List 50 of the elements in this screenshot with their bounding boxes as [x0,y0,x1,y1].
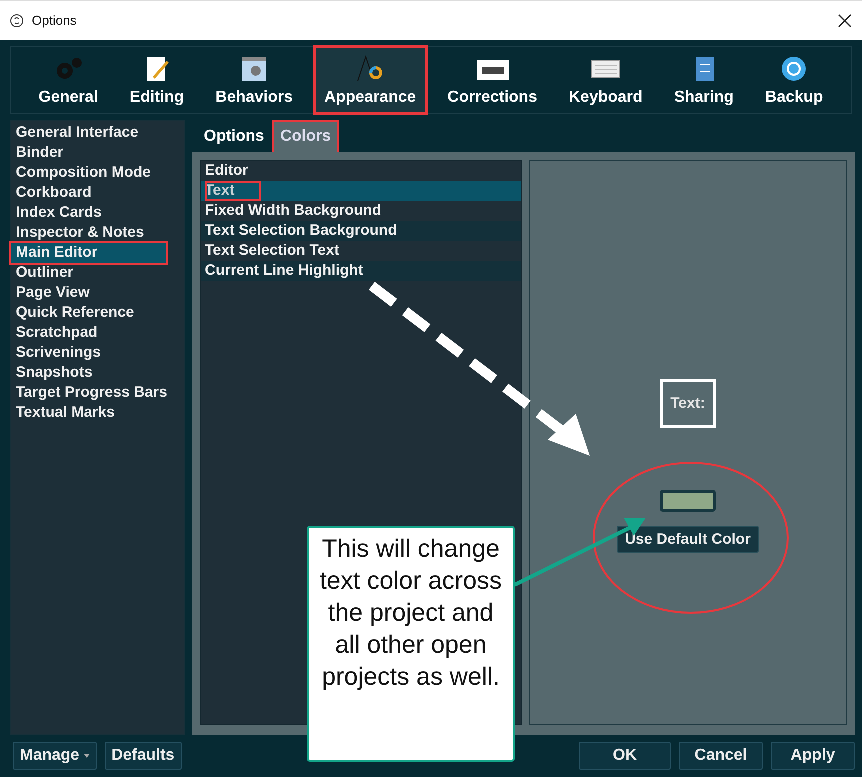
toolbar-tab[interactable]: Behaviors [206,47,304,113]
dialog-button[interactable]: Apply [771,742,855,770]
color-list-item[interactable]: Text Selection Text [201,241,521,261]
category-item[interactable]: Scratchpad [11,323,184,343]
color-name: Text Selection Text [205,241,340,261]
toolbar-tab[interactable]: Backup [755,47,834,113]
color-label: Text: [660,379,716,428]
color-list-item[interactable]: Current Line Highlight [201,261,521,281]
category-item[interactable]: Index Cards [11,203,184,223]
app-logo-icon [10,14,24,28]
color-list-item[interactable]: Fixed Width Background [201,201,521,221]
callout-note: This will change text color across the project and all other open projects as well. [307,526,515,762]
close-icon[interactable] [838,14,852,28]
color-name: Current Line Highlight [205,261,364,281]
category-item[interactable]: Quick Reference [11,303,184,323]
category-item[interactable]: Outliner [11,263,184,283]
category-item[interactable]: Textual Marks [11,403,184,423]
category-item[interactable]: Page View [11,283,184,303]
defaults-button[interactable]: Defaults [104,742,182,770]
use-default-color-button[interactable]: Use Default Color [617,526,759,553]
color-swatch[interactable] [660,490,716,512]
manage-button[interactable]: Manage [13,742,97,770]
caret-icon [84,754,90,758]
category-item[interactable]: Snapshots [11,363,184,383]
color-name: Text [205,181,261,201]
toolbar-tab[interactable]: Appearance [314,47,426,113]
color-name: Fixed Width Background [205,201,382,221]
dialog-button[interactable]: Cancel [679,742,763,770]
tab[interactable]: Colors [274,122,338,152]
category-item[interactable]: General Interface [11,123,184,143]
category-item[interactable]: Composition Mode [11,163,184,183]
toolbar-tab[interactable]: Editing [120,47,194,113]
toolbar-tab[interactable]: Keyboard [559,47,653,113]
color-name: Editor [205,161,248,181]
toolbar-tab[interactable]: Corrections [438,47,548,113]
toolbar-tab[interactable]: Sharing [664,47,744,113]
category-item[interactable]: Binder [11,143,184,163]
color-name: Text Selection Background [205,221,398,241]
tab[interactable]: Options [198,122,270,152]
category-item[interactable]: Inspector & Notes [11,223,184,243]
category-item[interactable]: Scrivenings [11,343,184,363]
color-list-item[interactable]: Editor [201,161,521,181]
category-item[interactable]: Main Editor [11,243,166,263]
color-list-item[interactable]: Text Selection Background [201,221,521,241]
category-item[interactable]: Corkboard [11,183,184,203]
category-item[interactable]: Target Progress Bars [11,383,184,403]
window-title: Options [32,13,78,28]
dialog-button[interactable]: OK [579,742,671,770]
toolbar-tab[interactable]: General [28,47,108,113]
color-list-item[interactable]: Text [201,181,521,201]
